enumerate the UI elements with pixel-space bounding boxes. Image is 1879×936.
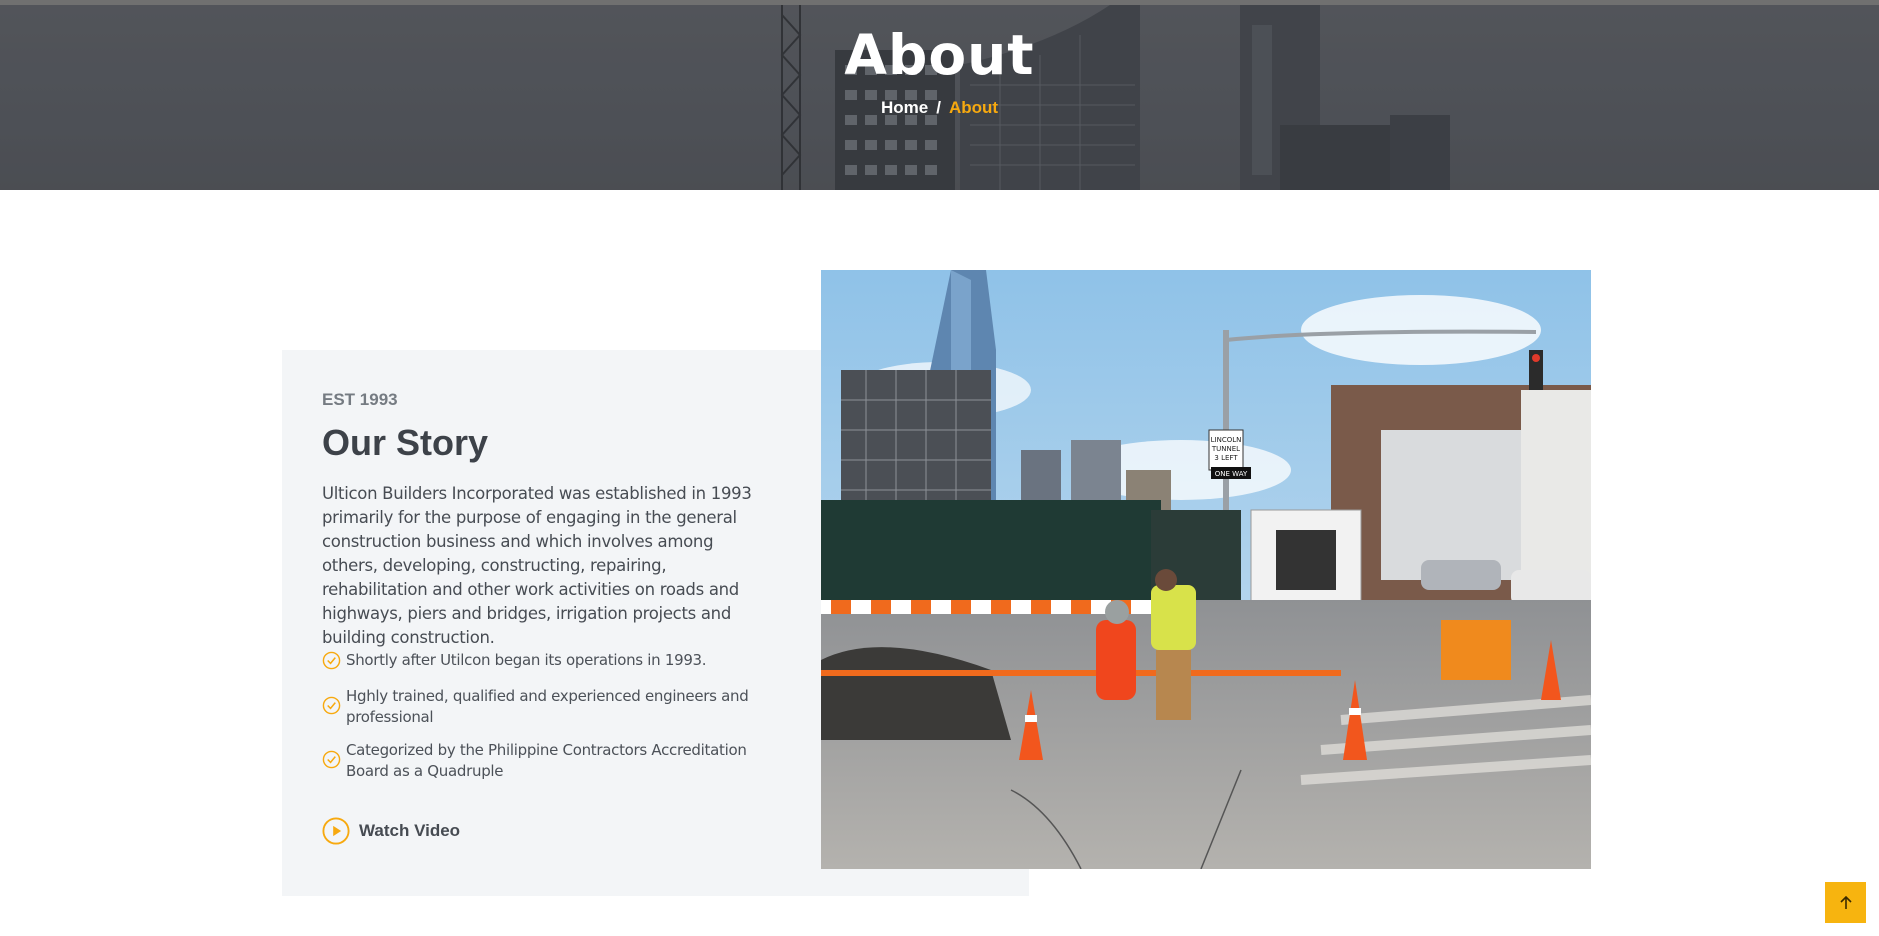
- watch-video-button[interactable]: Watch Video: [322, 817, 460, 845]
- check-circle-icon: [322, 750, 341, 769]
- checklist-item-text: Shortly after Utilcon began its operatio…: [346, 651, 707, 669]
- story-title: Our Story: [322, 422, 489, 463]
- check-circle-icon: [322, 651, 341, 670]
- breadcrumb-home-link[interactable]: Home: [881, 98, 928, 117]
- breadcrumb: Home / About: [0, 98, 1879, 118]
- play-circle-icon: [322, 817, 350, 845]
- svg-text:LINCOLN: LINCOLN: [1211, 436, 1242, 444]
- construction-photo: LINCOLN TUNNEL 3 LEFT ONE WAY: [821, 270, 1591, 869]
- checklist-item: Shortly after Utilcon began its operatio…: [322, 650, 752, 671]
- breadcrumb-current: About: [948, 98, 999, 117]
- feature-checklist: Shortly after Utilcon began its operatio…: [322, 650, 752, 782]
- watch-video-label: Watch Video: [359, 821, 461, 840]
- checklist-item-text: Hghly trained, qualified and experienced…: [346, 687, 749, 726]
- story-eyebrow: EST 1993: [322, 390, 398, 409]
- svg-text:3 LEFT: 3 LEFT: [1214, 454, 1238, 462]
- checklist-item: Hghly trained, qualified and experienced…: [322, 686, 752, 728]
- page-title: About: [844, 23, 1035, 87]
- back-to-top-button[interactable]: [1825, 882, 1866, 923]
- page-hero: About Home / About: [0, 5, 1879, 190]
- svg-text:TUNNEL: TUNNEL: [1211, 445, 1240, 453]
- breadcrumb-separator: /: [936, 98, 941, 117]
- checklist-item-text: Categorized by the Philippine Contractor…: [346, 741, 747, 780]
- checklist-item: Categorized by the Philippine Contractor…: [322, 740, 752, 782]
- arrow-up-icon: [1839, 895, 1852, 909]
- svg-text:ONE WAY: ONE WAY: [1215, 470, 1248, 478]
- check-circle-icon: [322, 696, 341, 715]
- story-body: Ulticon Builders Incorporated was establ…: [322, 484, 752, 647]
